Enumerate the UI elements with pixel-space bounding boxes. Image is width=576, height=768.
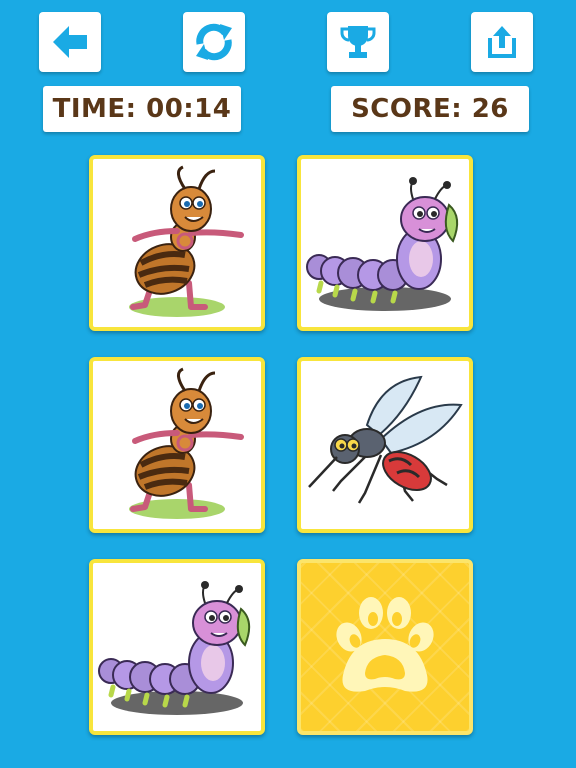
trophy-icon: [340, 26, 376, 58]
share-icon: [488, 26, 516, 58]
caterpillar-picture: [98, 581, 251, 715]
paw-print-icon: [336, 597, 434, 692]
memory-card-ant[interactable]: [89, 357, 265, 533]
refresh-icon: [196, 23, 232, 61]
memory-card-caterpillar[interactable]: [297, 155, 473, 331]
ant-picture: [129, 367, 244, 519]
left-arrow-icon: [53, 26, 87, 58]
memory-card-hidden[interactable]: [297, 559, 473, 735]
memory-card-mosquito[interactable]: [297, 357, 473, 533]
restart-button[interactable]: [183, 12, 245, 72]
score-display: SCORE: 26: [331, 86, 529, 132]
ant-picture: [129, 165, 244, 317]
caterpillar-picture: [306, 177, 459, 311]
timer-display: TIME: 00:14: [43, 86, 241, 132]
leaderboard-button[interactable]: [327, 12, 389, 72]
mosquito-picture: [308, 375, 463, 504]
back-button[interactable]: [39, 12, 101, 72]
memory-card-caterpillar[interactable]: [89, 559, 265, 735]
share-button[interactable]: [471, 12, 533, 72]
memory-card-ant[interactable]: [89, 155, 265, 331]
